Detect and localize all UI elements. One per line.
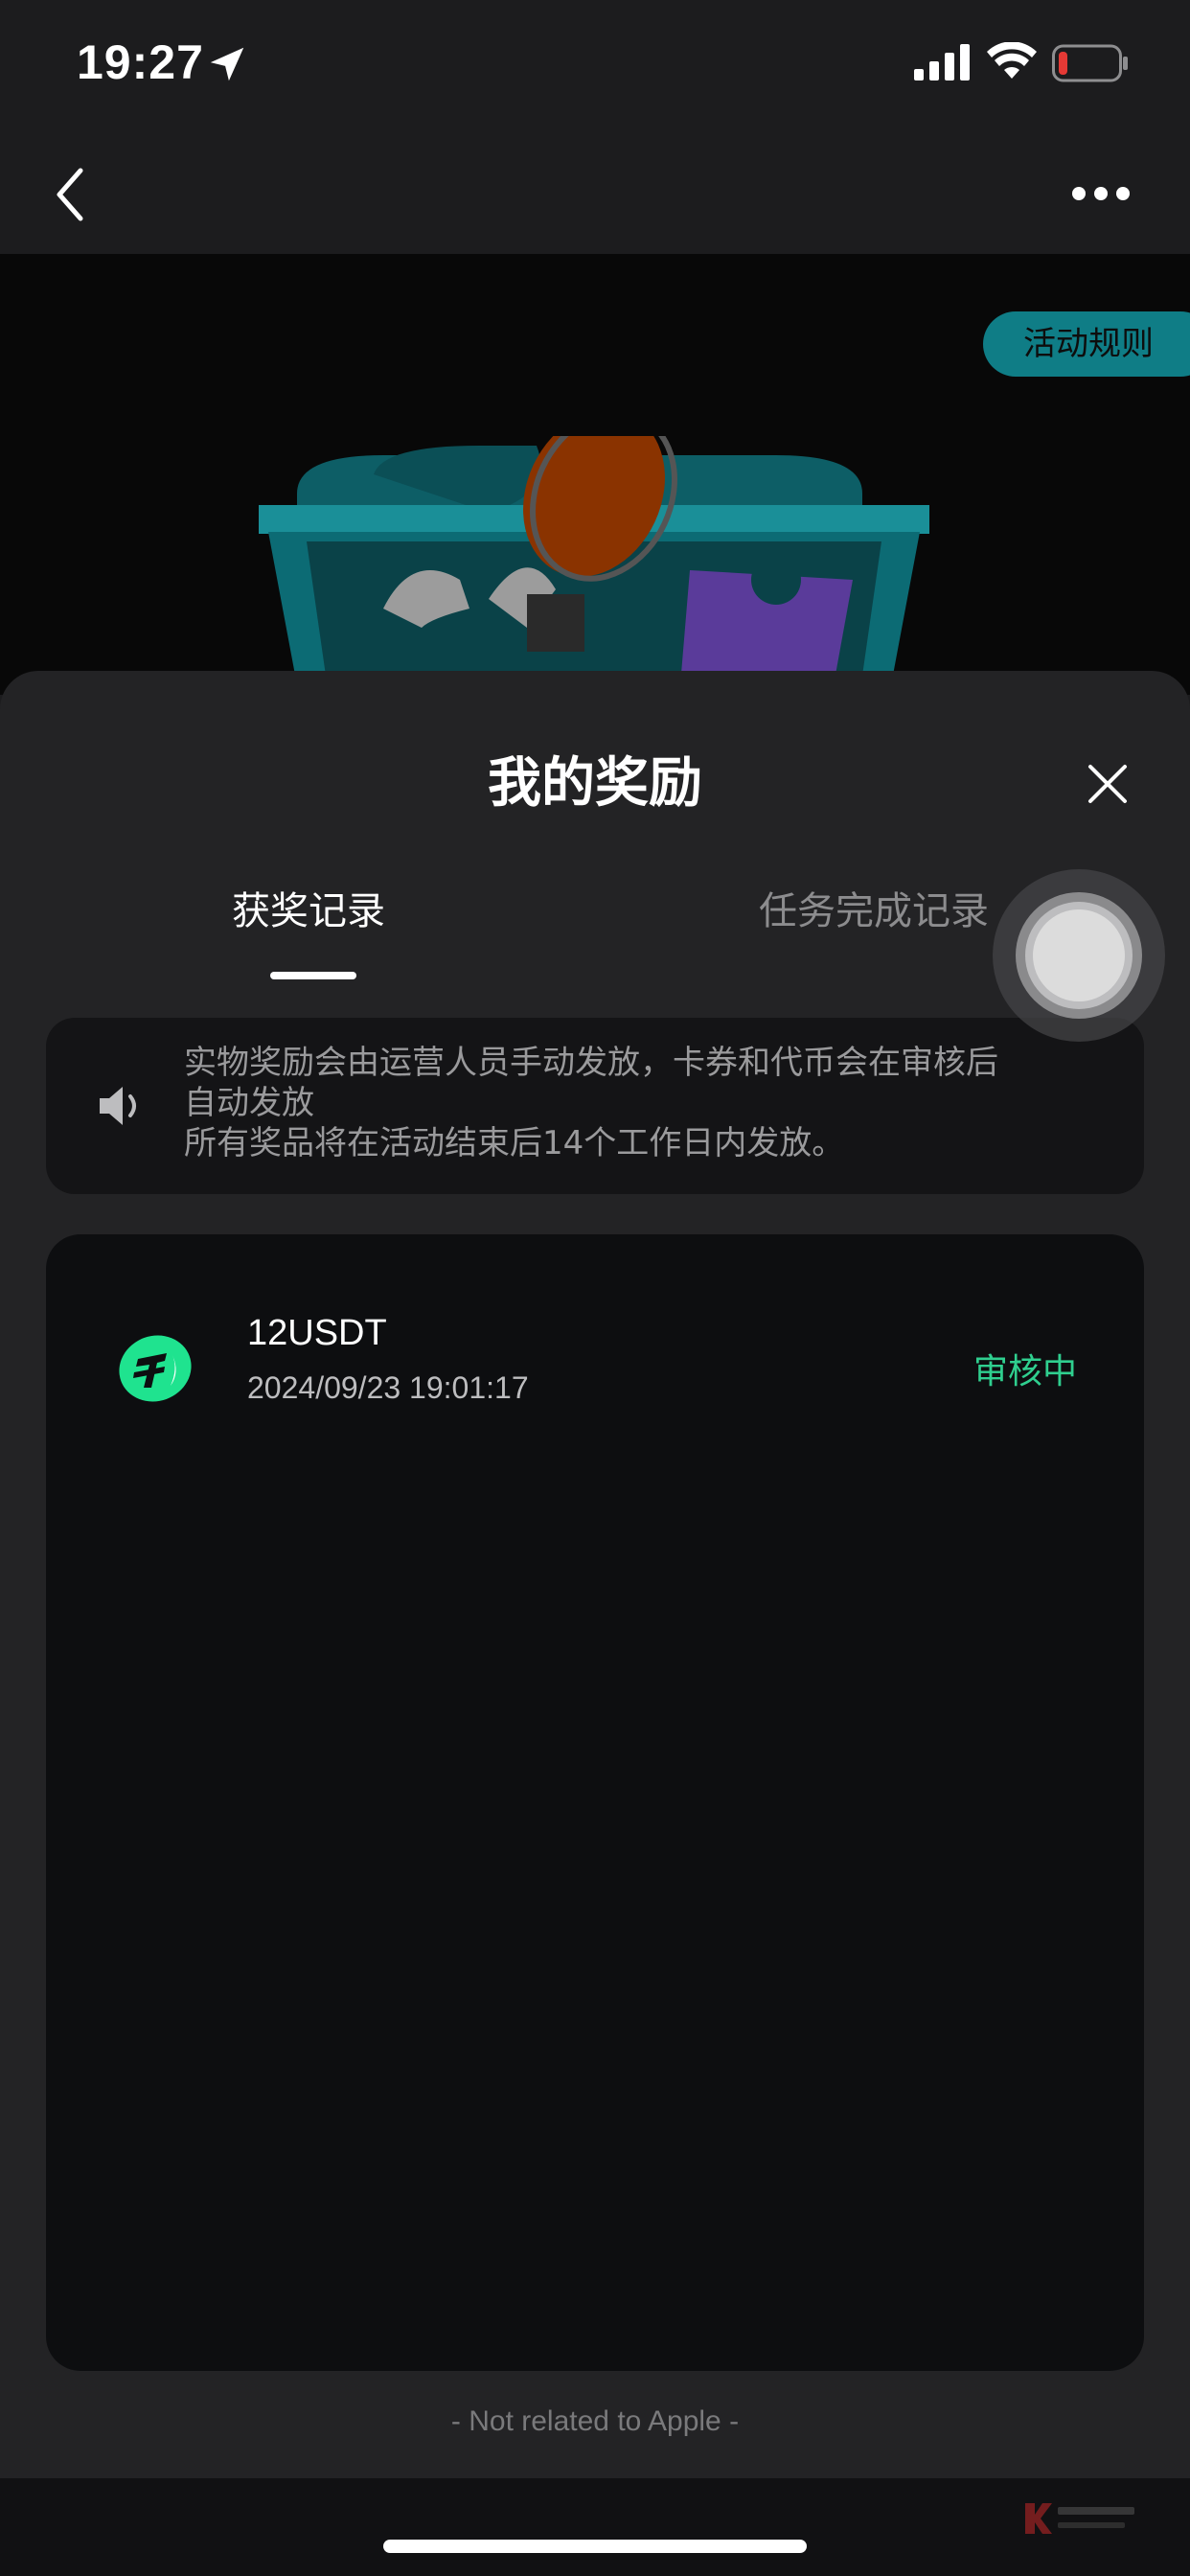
cellular-signal-icon [914,44,970,80]
tab-award-records[interactable]: 获奖记录 [232,880,385,935]
tab-task-records[interactable]: 任务完成记录 [759,880,989,935]
notice-line: 自动发放 [184,1084,314,1122]
footer-note: - Not related to Apple - [450,2405,740,2437]
treasure-box-illustration [259,436,929,685]
notice-banner: 实物奖励会由运营人员手动发放，卡券和代币会在审核后 自动发放 所有奖品将在活动结… [46,1018,1144,1194]
location-arrow-icon [210,47,244,81]
active-tab-indicator [270,972,356,979]
close-icon[interactable] [1083,759,1133,809]
assistive-touch-core [1033,909,1125,1001]
sheet-title: 我的奖励 [488,752,702,815]
records-list: 12USDT 2024/09/23 19:01:17 审核中 [46,1234,1144,2371]
bottom-bar [0,2478,1190,2576]
usdt-coin-icon [119,1335,192,1402]
record-amount: 12USDT [247,1313,387,1353]
status-bar: 19:27 [0,0,1190,134]
notice-text: 实物奖励会由运营人员手动发放，卡券和代币会在审核后 自动发放 所有奖品将在活动结… [184,1043,1123,1163]
notice-line: 实物奖励会由运营人员手动发放，卡券和代币会在审核后 [184,1044,998,1082]
assistive-touch-button[interactable] [993,869,1165,1042]
more-options-icon[interactable] [1069,174,1133,213]
rewards-sheet: 我的奖励 获奖记录 任务完成记录 实物奖励会由运营人员手动发放，卡券和代币会在审… [0,671,1190,2482]
battery-icon [1052,44,1128,82]
back-chevron-icon[interactable] [48,163,96,226]
status-time: 19:27 [77,35,204,89]
speaker-icon [100,1087,136,1125]
activity-rules-button[interactable]: 活动规则 [983,311,1190,377]
home-indicator[interactable] [383,2540,807,2553]
list-item[interactable]: 12USDT 2024/09/23 19:01:17 审核中 [46,1292,1144,1426]
record-timestamp: 2024/09/23 19:01:17 [247,1370,529,1405]
wifi-icon [987,42,1037,79]
hero-banner: 活动规则 [0,254,1190,695]
watermark-logo [1025,2503,1134,2534]
status-badge: 审核中 [973,1352,1078,1392]
navigation-bar [0,134,1190,254]
notice-line: 所有奖品将在活动结束后14个工作日内发放。 [184,1124,845,1162]
